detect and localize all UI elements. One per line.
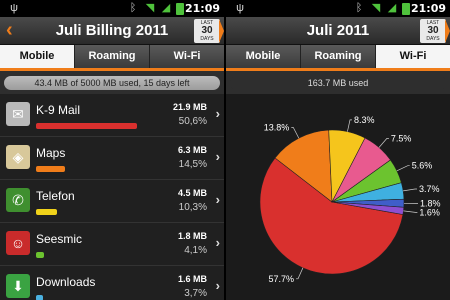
app-row[interactable]: ☺ Seesmic 1.8 MB 4,1% ›	[0, 223, 224, 266]
chevron-right-icon[interactable]: ›	[216, 279, 220, 293]
battery-icon	[176, 3, 184, 15]
usage-summary: 163.7 MB used	[226, 71, 450, 94]
usage-text: 163.7 MB used	[230, 76, 446, 90]
app-percent: 10,3%	[178, 202, 207, 213]
bluetooth-icon: ᛒ	[355, 2, 363, 14]
billing-screen: ψ ᛒ ◥ ◢ 21:09 ‹ Juli Billing 2011 LAST 3…	[0, 0, 224, 300]
app-name: Telefon	[36, 189, 75, 203]
title-bar: ‹ Juli Billing 2011 LAST 30 DAYS	[0, 17, 224, 45]
chevron-right-icon[interactable]: ›	[216, 107, 220, 121]
tab-mobile[interactable]: Mobile	[0, 45, 75, 68]
slice-label: 5.6%	[412, 161, 433, 171]
usb-icon: ψ	[10, 2, 18, 14]
clock: 21:09	[184, 2, 220, 15]
usage-summary: 43.4 MB of 5000 MB used, 15 days left	[0, 71, 224, 94]
pie-chart-svg: 57.7%13.8%8.3%7.5%5.6%3.7%1.8%1.6%	[259, 115, 441, 284]
app-percent: 14,5%	[178, 159, 207, 170]
page-title: Juli Billing 2011	[55, 22, 169, 39]
download-icon: ⬇	[6, 274, 30, 298]
badge-number: 30	[201, 25, 213, 36]
badge-arrow-icon	[445, 19, 450, 43]
app-name: K-9 Mail	[36, 103, 81, 117]
tab-bar: Mobile Roaming Wi-Fi	[0, 45, 224, 71]
clock: 21:09	[410, 2, 446, 15]
phone-icon: ✆	[6, 188, 30, 212]
app-megabytes: 1.8 MB	[177, 231, 207, 241]
app-percent: 50,6%	[178, 116, 207, 127]
usage-text: 43.4 MB of 5000 MB used, 15 days left	[4, 76, 220, 90]
usage-pie-chart: 57.7% 13.8% 8.3% 7.5% 5.6% 3.7% 1.8% 1.6%	[226, 94, 450, 300]
usage-bar	[36, 209, 57, 215]
tab-wifi[interactable]: Wi-Fi	[376, 45, 450, 68]
status-bar: ψ ᛒ ◥ ◢ 21:09	[226, 0, 450, 17]
tab-mobile[interactable]: Mobile	[226, 45, 301, 68]
app-percent: 4,1%	[184, 245, 207, 256]
bluetooth-icon: ᛒ	[129, 2, 137, 14]
slice-label: 57.7%	[268, 274, 294, 284]
label-leader-line	[291, 127, 300, 139]
badge-bottom: DAYS	[200, 36, 214, 42]
slice-label: 3.7%	[419, 184, 440, 194]
wifi-icon: ◥	[371, 2, 381, 14]
badge-bottom: DAYS	[426, 36, 440, 42]
usage-bar	[36, 166, 65, 172]
app-usage-list: ✉ K-9 Mail 21.9 MB 50,6% › ◈ Maps 6.3 MB 14,5% › ✆…	[0, 94, 224, 300]
app-percent: 3,7%	[184, 288, 207, 299]
usage-bar	[36, 252, 44, 258]
label-leader-line	[296, 267, 304, 280]
slice-label: 13.8%	[264, 123, 290, 133]
app-megabytes: 4.5 MB	[177, 188, 207, 198]
app-name: Seesmic	[36, 232, 83, 246]
signal-icon: ◢	[387, 2, 397, 14]
wifi-icon: ◥	[145, 2, 155, 14]
mail-icon: ✉	[6, 102, 30, 126]
app-megabytes: 1.6 MB	[177, 274, 207, 284]
app-row[interactable]: ◈ Maps 6.3 MB 14,5% ›	[0, 137, 224, 180]
wifi-chart-screen: ψ ᛒ ◥ ◢ 21:09 Juli 2011 LAST 30 DAYS Mob…	[226, 0, 450, 300]
slice-label: 8.3%	[354, 115, 375, 125]
chevron-right-icon[interactable]: ›	[216, 236, 220, 250]
label-leader-line	[378, 138, 389, 148]
app-megabytes: 6.3 MB	[177, 145, 207, 155]
title-bar: Juli 2011 LAST 30 DAYS	[226, 17, 450, 45]
app-row[interactable]: ✆ Telefon 4.5 MB 10,3% ›	[0, 180, 224, 223]
usage-bar	[36, 123, 137, 129]
app-name: Maps	[36, 146, 66, 160]
chevron-right-icon[interactable]: ›	[216, 193, 220, 207]
seesmic-icon: ☺	[6, 231, 30, 255]
page-title: Juli 2011	[306, 22, 370, 39]
battery-icon	[402, 3, 410, 15]
tab-roaming[interactable]: Roaming	[301, 45, 376, 68]
usb-icon: ψ	[236, 2, 244, 14]
last-30-days-button[interactable]: LAST 30 DAYS	[420, 19, 450, 43]
slice-label: 1.6%	[419, 207, 440, 217]
tab-roaming[interactable]: Roaming	[75, 45, 150, 68]
tab-wifi[interactable]: Wi-Fi	[150, 45, 224, 68]
app-row[interactable]: ⬇ Downloads 1.6 MB 3,7% ›	[0, 266, 224, 300]
signal-icon: ◢	[161, 2, 171, 14]
app-megabytes: 21.9 MB	[172, 102, 207, 112]
app-name: Downloads	[36, 275, 96, 289]
chevron-right-icon[interactable]: ›	[216, 150, 220, 164]
app-row[interactable]: ✉ K-9 Mail 21.9 MB 50,6% ›	[0, 94, 224, 137]
label-leader-line	[396, 165, 410, 172]
badge-number: 30	[427, 25, 439, 36]
slice-label: 7.5%	[391, 133, 412, 143]
tab-bar: Mobile Roaming Wi-Fi	[226, 45, 450, 71]
label-leader-line	[347, 119, 352, 132]
label-leader-line	[403, 188, 417, 192]
label-leader-line	[403, 210, 418, 213]
last-30-days-button[interactable]: LAST 30 DAYS	[194, 19, 224, 43]
status-bar: ψ ᛒ ◥ ◢ 21:09	[0, 0, 224, 17]
usage-bar	[36, 295, 43, 300]
maps-icon: ◈	[6, 145, 30, 169]
